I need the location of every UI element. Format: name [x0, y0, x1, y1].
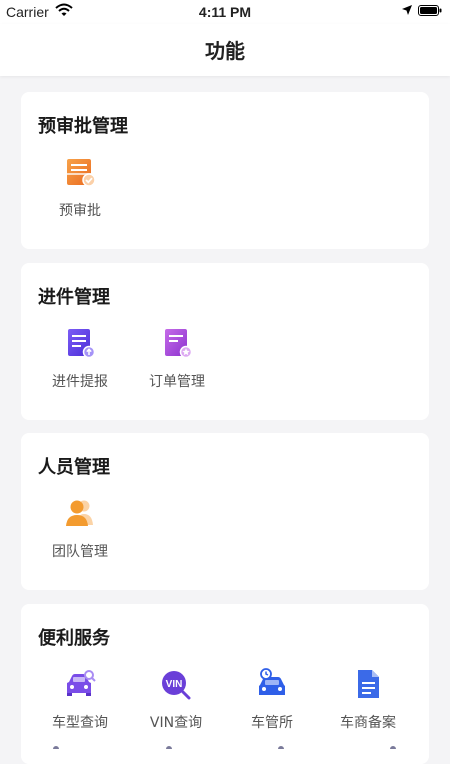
vin-search-button[interactable]: VIN VIN查询 [136, 668, 216, 732]
section-title: 进件管理 [38, 287, 110, 308]
dealer-filing-button[interactable]: 车商备案 [328, 668, 408, 732]
team-management-label: 团队管理 [52, 544, 108, 560]
location-arrow-icon [402, 5, 412, 15]
pre-approval-button[interactable]: 预审批 [40, 156, 120, 220]
section-pre-approval: 预审批管理 预审批 [21, 92, 429, 249]
car-model-search-icon [67, 670, 96, 696]
vehicle-office-label: 车管所 [251, 715, 293, 731]
team-icon [66, 500, 93, 526]
order-management-label: 订单管理 [149, 374, 205, 390]
vin-search-label: VIN查询 [149, 715, 203, 731]
order-management-button[interactable]: 订单管理 [137, 327, 217, 391]
section-personnel: 人员管理 团队管理 [21, 433, 429, 590]
section-services: 便利服务 车型查询 VIN VIN查询 车管所 车商备案 [21, 604, 429, 764]
nav-bar: 功能 [0, 24, 450, 76]
application-submit-icon [68, 329, 96, 359]
battery-icon [418, 5, 442, 16]
dealer-filing-icon [358, 670, 379, 698]
car-model-search-label: 车型查询 [52, 715, 108, 731]
section-title: 便利服务 [38, 628, 110, 649]
section-title: 预审批管理 [38, 116, 128, 137]
application-submit-button[interactable]: 进件提报 [40, 327, 120, 391]
application-submit-label: 进件提报 [52, 374, 108, 390]
pre-approval-icon [67, 159, 96, 187]
status-bar: Carrier 4:11 PM [0, 0, 450, 24]
pre-approval-label: 预审批 [59, 203, 101, 219]
vehicle-office-icon [259, 668, 285, 695]
order-management-icon [165, 329, 193, 359]
page-title: 功能 [205, 39, 245, 63]
vin-search-icon: VIN [162, 671, 191, 700]
vehicle-office-button[interactable]: 车管所 [232, 668, 312, 732]
team-management-button[interactable]: 团队管理 [40, 497, 120, 561]
dealer-filing-label: 车商备案 [340, 715, 396, 731]
section-application: 进件管理 进件提报 订单管理 [21, 263, 429, 420]
section-title: 人员管理 [38, 457, 110, 478]
car-model-search-button[interactable]: 车型查询 [40, 668, 120, 732]
svg-text:VIN: VIN [166, 679, 183, 690]
clock: 4:11 PM [198, 4, 252, 20]
